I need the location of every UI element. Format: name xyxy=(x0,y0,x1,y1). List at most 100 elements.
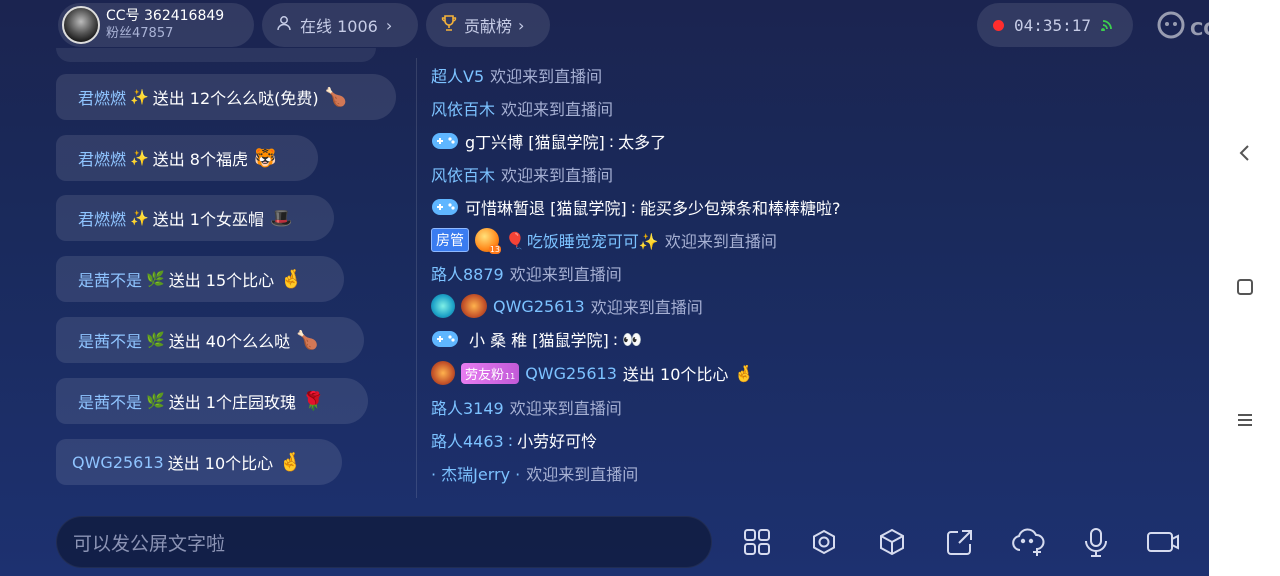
chat-welcome: 欢迎来到直播间 xyxy=(501,166,614,185)
fan-badge-label: 劳友粉 xyxy=(465,367,505,383)
signal-icon xyxy=(1101,16,1115,35)
chat-line: 路人3149 欢迎来到直播间 xyxy=(431,394,622,420)
gift-user[interactable]: 君燃燃 xyxy=(78,206,126,230)
gift-text: 送出 12个么么哒(免费) xyxy=(152,89,319,108)
gift-item: QWG25613 送出 10个比心 🤞 xyxy=(56,439,342,485)
gift-icon: 🌹 xyxy=(301,390,325,412)
trophy-icon xyxy=(440,14,458,36)
box-icon[interactable] xyxy=(874,524,910,560)
chat-username[interactable]: 超人V5 xyxy=(431,63,484,87)
chat-message: 能买多少包辣条和棒棒糖啦? xyxy=(639,199,841,218)
chat-line: 路人4463: 小劳好可怜 xyxy=(431,427,597,453)
apps-icon[interactable] xyxy=(739,524,775,560)
gift-icon: 🍗 xyxy=(324,86,348,108)
fan-badge-level: 11 xyxy=(505,371,516,381)
chat-username[interactable]: g丁兴博 [猫鼠学院] xyxy=(465,129,605,153)
mic-icon[interactable] xyxy=(1078,524,1114,560)
chat-separator: : xyxy=(608,131,615,151)
chat-username[interactable]: 小 桑 稚 [猫鼠学院] xyxy=(469,327,609,351)
sparkle-icon: ✨ xyxy=(130,88,149,106)
chat-separator: : xyxy=(630,197,636,217)
gift-text: 送出 1个女巫帽 xyxy=(152,210,264,229)
chat-username[interactable]: · 杰瑞Jerry · xyxy=(431,461,520,485)
gift-text: 送出 1个庄园玫瑰 xyxy=(168,393,296,412)
recording-dot-icon xyxy=(993,19,1004,31)
chat-message: 小劳好可怜 xyxy=(517,432,598,451)
gift-icon: 🤞 xyxy=(279,451,302,473)
gift-text: 送出 15个比心 xyxy=(168,271,275,290)
gift-icon: 🤞 xyxy=(280,268,303,290)
chat-line: 劳友粉11 QWG25613 送出 10个比心 🤞 xyxy=(431,360,754,386)
gamepad-icon xyxy=(431,328,459,350)
gift-user[interactable]: 是茜不是 xyxy=(78,328,142,352)
gift-feed-top-fade xyxy=(56,48,376,62)
chat-username[interactable]: 风依百木 xyxy=(431,162,495,186)
cloud-add-icon[interactable] xyxy=(1010,524,1046,560)
gamepad-icon xyxy=(431,130,459,152)
chat-gift-text: 送出 10个比心 xyxy=(622,365,729,384)
settings-icon[interactable] xyxy=(806,524,842,560)
fan-club-badge: 劳友粉11 xyxy=(461,362,520,384)
chat-username[interactable]: 风依百木 xyxy=(431,96,495,120)
leaf-icon: 🌿 xyxy=(146,392,165,410)
chat-username[interactable]: QWG25613 xyxy=(493,297,585,316)
system-nav-bar xyxy=(1209,0,1280,576)
home-icon[interactable] xyxy=(1209,267,1280,307)
chat-username[interactable]: 路人4463 xyxy=(431,428,504,452)
chat-welcome: 欢迎来到直播间 xyxy=(501,100,614,119)
gift-user[interactable]: 君燃燃 xyxy=(78,146,126,170)
anchor-id: CC号 362416849 xyxy=(106,8,225,24)
chat-input[interactable]: 可以发公屏文字啦 xyxy=(56,516,712,568)
gift-icon: 🤞 xyxy=(734,363,755,383)
balloon-icon: 🎈 xyxy=(505,230,525,250)
gamepad-icon xyxy=(431,196,459,218)
camera-icon[interactable] xyxy=(1145,524,1181,560)
gift-item: 是茜不是 🌿 送出 15个比心 🤞 xyxy=(56,256,344,302)
chat-line: g丁兴博 [猫鼠学院]: 太多了 xyxy=(431,128,666,154)
chat-username[interactable]: QWG25613 xyxy=(525,364,617,383)
share-icon[interactable] xyxy=(942,524,978,560)
anchor-avatar[interactable] xyxy=(62,6,100,44)
user-icon xyxy=(276,15,292,35)
gift-text: 送出 40个么么哒 xyxy=(168,332,291,351)
leaf-icon: 🌿 xyxy=(146,331,165,349)
online-count-button[interactable]: 在线 1006 › xyxy=(262,3,418,47)
gift-user[interactable]: 是茜不是 xyxy=(78,267,142,291)
chat-username[interactable]: 路人3149 xyxy=(431,395,504,419)
sparkle-icon: ✨ xyxy=(130,209,149,227)
room-admin-badge: 房管 xyxy=(431,228,469,252)
back-icon[interactable] xyxy=(1209,133,1280,173)
chat-line: · 杰瑞Jerry · 欢迎来到直播间 xyxy=(431,460,638,486)
chat-separator: : xyxy=(612,329,619,349)
chat-welcome: 欢迎来到直播间 xyxy=(509,265,622,284)
online-label: 在线 1006 xyxy=(300,17,378,36)
chevron-right-icon: › xyxy=(385,15,393,35)
chat-username[interactable]: 吃饭睡觉宠可可✨ xyxy=(527,228,659,252)
chat-line: 风依百木 欢迎来到直播间 xyxy=(431,161,613,187)
menu-icon[interactable] xyxy=(1209,400,1280,440)
gift-user[interactable]: 君燃燃 xyxy=(78,85,126,109)
guardian-badge-icon xyxy=(431,294,455,318)
user-level: 13 xyxy=(488,245,501,254)
live-duration: 04:35:17 xyxy=(1014,15,1092,35)
gift-user[interactable]: QWG25613 xyxy=(72,453,164,472)
gift-icon: 🎩 xyxy=(269,207,293,229)
chat-welcome: 欢迎来到直播间 xyxy=(664,232,777,251)
anchor-info[interactable]: CC号 362416849 粉丝47857 xyxy=(58,3,254,47)
gift-text: 送出 8个福虎 xyxy=(152,150,248,169)
gift-icon: 🐯 xyxy=(253,147,277,169)
chat-line: QWG25613 欢迎来到直播间 xyxy=(431,293,703,319)
contribution-rank-button[interactable]: 贡献榜 › xyxy=(426,3,550,47)
anchor-fans: 粉丝47857 xyxy=(106,26,174,41)
chat-line: 小 桑 稚 [猫鼠学院]: 👀 xyxy=(431,326,642,352)
chat-line: 风依百木 欢迎来到直播间 xyxy=(431,95,613,121)
gift-item: 君燃燃 ✨ 送出 1个女巫帽 🎩 xyxy=(56,195,334,241)
level-orb-icon: 13 xyxy=(475,228,501,254)
chat-username[interactable]: 可惜琳暂退 [猫鼠学院] xyxy=(465,195,627,219)
gift-text: 送出 10个比心 xyxy=(167,454,274,473)
chat-line: 路人8879 欢迎来到直播间 xyxy=(431,260,622,286)
chat-line: 房管 13 🎈 吃饭睡觉宠可可✨ 欢迎来到直播间 xyxy=(431,227,777,254)
honor-badge-icon xyxy=(431,361,455,385)
gift-user[interactable]: 是茜不是 xyxy=(78,389,142,413)
chat-username[interactable]: 路人8879 xyxy=(431,261,504,285)
